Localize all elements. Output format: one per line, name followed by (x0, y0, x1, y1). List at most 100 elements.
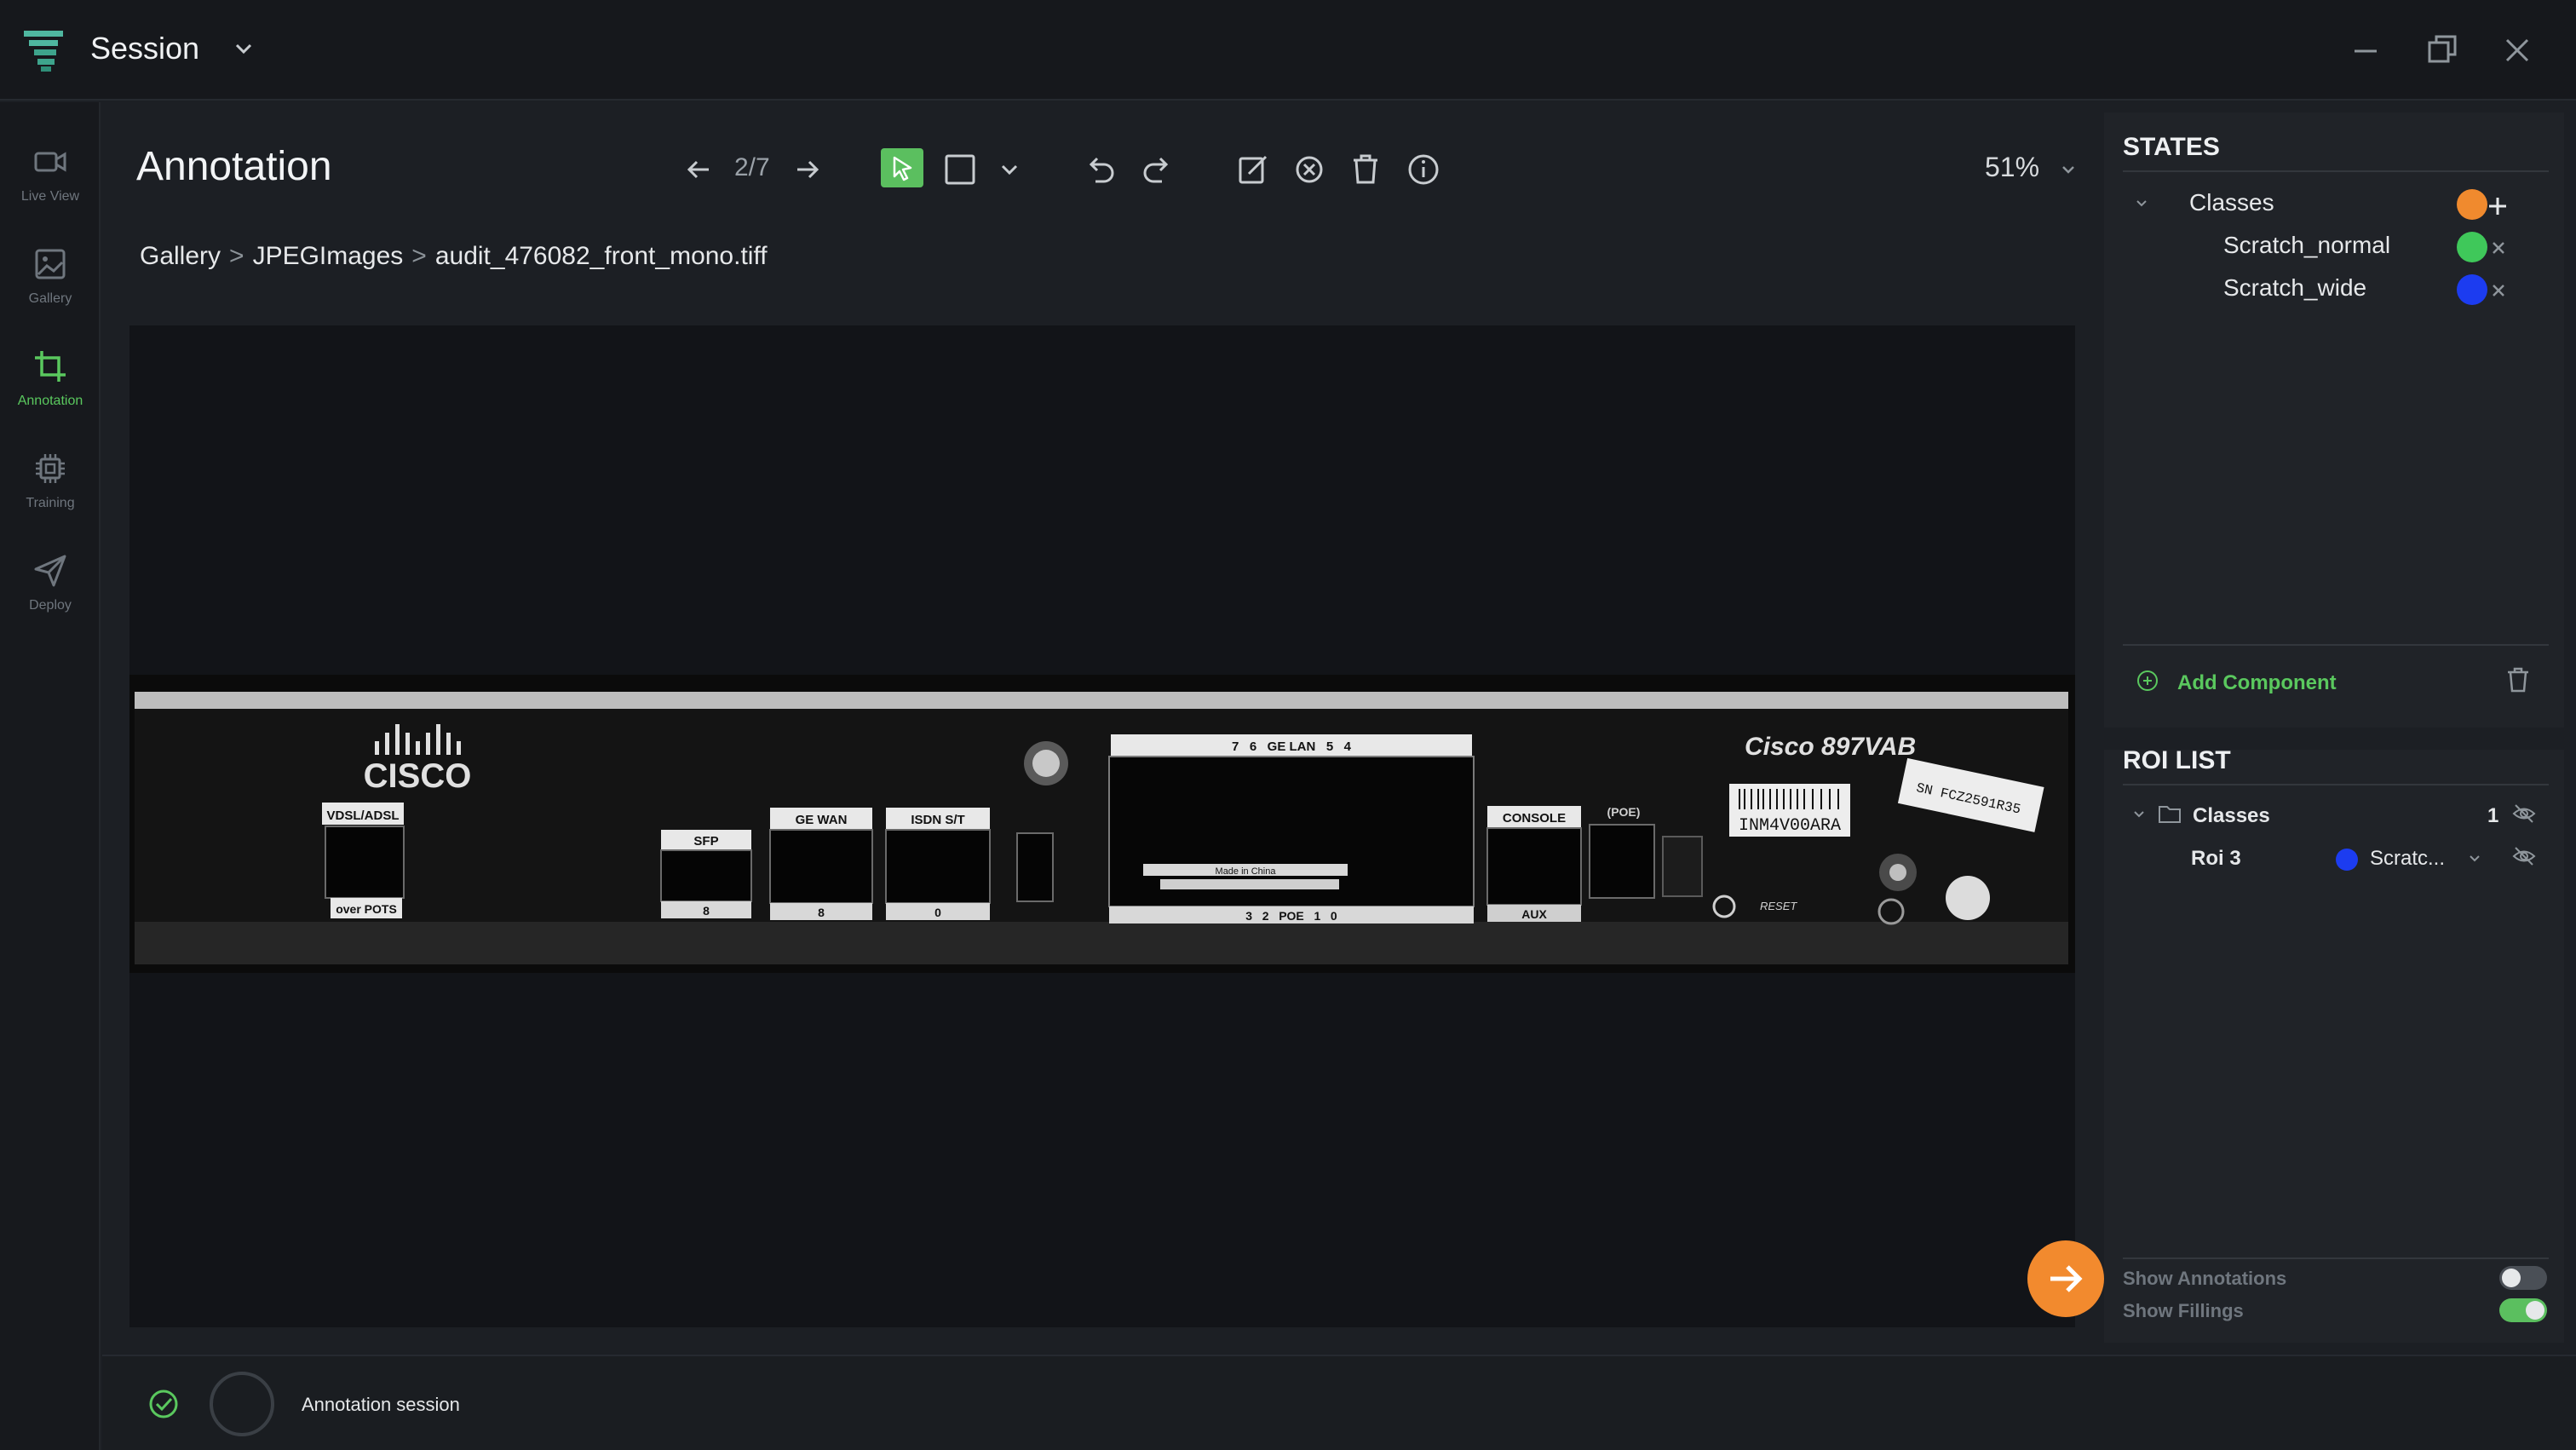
chevron-down-icon[interactable] (2131, 193, 2152, 213)
chevron-down-icon[interactable] (2051, 150, 2085, 189)
chip-icon (36, 454, 65, 483)
chevron-down-icon[interactable] (232, 39, 256, 58)
model-text: Cisco 897VAB (1745, 733, 1916, 761)
video-camera-icon (34, 152, 66, 172)
window-title[interactable]: Session (90, 31, 199, 66)
plus-icon[interactable] (2482, 191, 2513, 222)
nav-label: Training (26, 496, 75, 510)
states-group-label: Classes (2189, 189, 2274, 216)
class-label[interactable]: Scratch_normal (2223, 232, 2390, 259)
add-circle-icon (2137, 670, 2158, 691)
made-in-label: Made in China (1216, 866, 1277, 877)
pots-label: over POTS (336, 902, 397, 916)
check-circle-icon (149, 1390, 178, 1418)
aux-label: AUX (1521, 907, 1547, 921)
roi-item-label[interactable]: Roi 3 (2191, 847, 2241, 871)
close-icon[interactable] (2486, 235, 2511, 261)
breadcrumb-gallery[interactable]: Gallery (140, 242, 221, 270)
isdn-number: 0 (934, 906, 941, 919)
arrow-right-icon[interactable] (787, 150, 826, 189)
arrow-left-icon[interactable] (680, 150, 719, 189)
annotation-canvas[interactable]: CISCO Cisco 897VAB VDSL/ADSL over POTS S… (129, 325, 2075, 1327)
divider (2123, 170, 2549, 172)
footer: Annotation session (102, 1355, 2576, 1450)
gewan-number: 8 (818, 906, 825, 919)
class-color-swatch[interactable] (2457, 232, 2487, 262)
roi-group-label[interactable]: Classes (2193, 804, 2270, 828)
roi-list-heading: ROI LIST (2123, 746, 2231, 774)
trash-icon[interactable] (2503, 665, 2533, 695)
poe-port-label: 3 2 POE 1 0 (1245, 909, 1337, 923)
minimize-icon[interactable] (2344, 29, 2387, 72)
poe-label: (POE) (1607, 805, 1641, 819)
title-bar: Session (0, 0, 2576, 101)
show-annotations-label: Show Annotations (2123, 1268, 2287, 1289)
status-text: Annotation session (302, 1394, 460, 1415)
eye-off-icon[interactable] (2511, 843, 2537, 869)
image-icon (35, 249, 66, 279)
info-icon[interactable] (1404, 150, 1443, 189)
roi-color-swatch (2336, 849, 2358, 871)
console-label: CONSOLE (1503, 811, 1566, 826)
class-label[interactable]: Scratch_wide (2223, 274, 2366, 302)
roi-class-select[interactable]: Scratc... (2370, 847, 2445, 871)
page-title: Annotation (136, 144, 332, 189)
eye-off-icon[interactable] (2511, 801, 2537, 826)
restore-icon[interactable] (2421, 29, 2464, 72)
nav-label: Live View (20, 189, 80, 204)
divider (2123, 784, 2549, 785)
nav-label: Deploy (29, 598, 72, 613)
close-icon[interactable] (2496, 29, 2539, 72)
nav-gallery[interactable]: Gallery (0, 230, 101, 324)
edit-icon[interactable] (1233, 150, 1273, 189)
left-nav: Live View Gallery Annotation Training De… (0, 102, 101, 1450)
divider (2123, 644, 2549, 646)
next-step-button[interactable] (2027, 1240, 2104, 1317)
nav-training[interactable]: Training (0, 434, 101, 528)
breadcrumb-separator: > (411, 242, 427, 270)
sfp-number: 8 (703, 904, 710, 918)
nav-label: Annotation (17, 394, 83, 408)
app-logo-icon (24, 31, 63, 72)
class-color-swatch[interactable] (2457, 274, 2487, 305)
chevron-down-icon[interactable] (990, 150, 1029, 189)
right-panel: STATES Classes Scratch_normal Scratch_wi… (2104, 112, 2564, 1343)
cursor-icon (893, 156, 912, 181)
states-heading: STATES (2123, 133, 2220, 161)
sfp-label: SFP (693, 834, 718, 849)
undo-icon[interactable] (1080, 150, 1119, 189)
gewan-label: GE WAN (796, 813, 848, 827)
nav-label: Gallery (28, 291, 72, 306)
barcode-text: INM4V00ARA (1739, 816, 1841, 836)
toggle-knob (2526, 1301, 2544, 1320)
clear-circle-icon[interactable] (1290, 150, 1329, 189)
chevron-down-icon[interactable] (2465, 849, 2484, 867)
add-component-button[interactable]: Add Component (2177, 671, 2337, 695)
nav-deploy[interactable]: Deploy (0, 537, 101, 630)
breadcrumb-folder[interactable]: JPEGImages (253, 242, 404, 270)
image-counter: 2/7 (734, 153, 770, 181)
show-annotations-toggle[interactable] (2499, 1266, 2547, 1290)
close-icon[interactable] (2486, 278, 2511, 303)
toggle-knob (2502, 1269, 2521, 1287)
zoom-level[interactable]: 51% (1985, 152, 2039, 183)
roi-count: 1 (2487, 804, 2499, 827)
chevron-down-icon[interactable] (2130, 804, 2148, 823)
select-tool-button[interactable] (881, 148, 923, 187)
nav-annotation[interactable]: Annotation (0, 332, 101, 426)
reset-label: RESET (1760, 900, 1797, 912)
show-fillings-label: Show Fillings (2123, 1300, 2244, 1321)
divider (2123, 1257, 2549, 1259)
show-fillings-toggle[interactable] (2499, 1298, 2547, 1322)
redo-icon[interactable] (1138, 150, 1177, 189)
brand-text: CISCO (364, 757, 472, 795)
trash-icon[interactable] (1346, 150, 1385, 189)
breadcrumb-separator: > (229, 242, 244, 270)
rectangle-tool-icon[interactable] (940, 150, 980, 189)
gelan-label: 7 6 GE LAN 5 4 (1232, 739, 1352, 754)
paper-plane-icon (34, 555, 66, 587)
nav-live-view[interactable]: Live View (0, 128, 101, 222)
folder-icon (2159, 806, 2181, 823)
progress-ring-icon (210, 1372, 274, 1436)
breadcrumb: Gallery > JPEGImages > audit_476082_front_mo… (140, 242, 768, 271)
